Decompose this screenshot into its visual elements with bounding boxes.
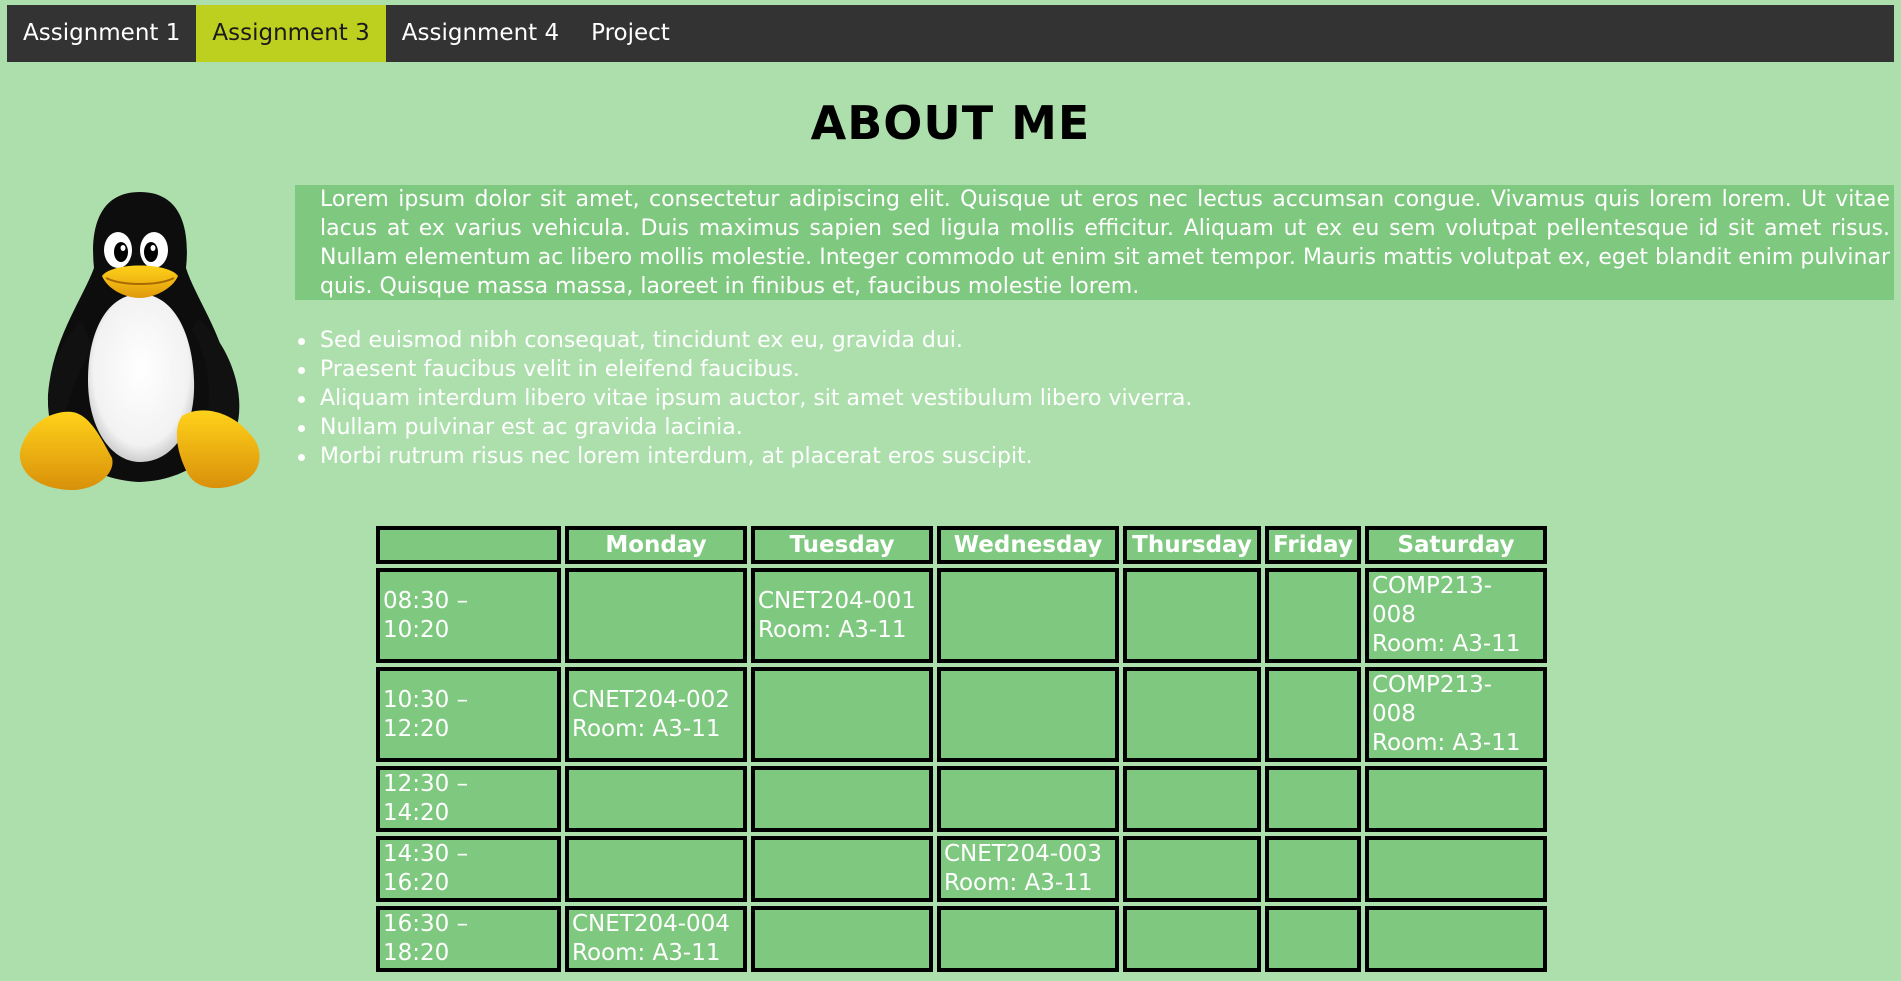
header-empty-cell — [376, 526, 561, 564]
table-cell — [937, 766, 1119, 832]
header-thursday: Thursday — [1123, 526, 1261, 564]
table-cell — [1265, 906, 1361, 972]
class-entry-text: Room: A3-11 — [758, 616, 907, 643]
time-slot-cell: 08:30 –10:20 — [376, 568, 561, 663]
time-slot-cell: 14:30 – 16:20 — [376, 836, 561, 902]
header-tuesday: Tuesday — [751, 526, 933, 564]
table-cell: CNET204-001 Room: A3-11 — [751, 568, 933, 663]
table-cell — [565, 766, 747, 832]
header-friday: Friday — [1265, 526, 1361, 564]
about-bullet-list: Sed euismod nibh consequat, tincidunt ex… — [295, 326, 1192, 471]
table-row: 16:30 – 18:20 CNET204-004 Room: A3-11 — [376, 906, 1547, 972]
table-cell — [937, 667, 1119, 762]
class-entry-text: 008 — [1372, 701, 1416, 727]
table-cell: CNET204-003 Room: A3-11 — [937, 836, 1119, 902]
table-cell — [937, 906, 1119, 972]
table-cell — [1265, 568, 1361, 663]
table-cell — [1123, 766, 1261, 832]
table-cell: CNET204-002 Room: A3-11 — [565, 667, 747, 762]
nav-assignment-1[interactable]: Assignment 1 — [7, 5, 196, 62]
class-entry-text: Room: A3-11 — [572, 715, 721, 742]
table-cell: COMP213- 008 Room: A3-11 — [1365, 568, 1547, 663]
list-item: Nullam pulvinar est ac gravida lacinia. — [295, 413, 1192, 442]
time-slot-cell: 16:30 – 18:20 — [376, 906, 561, 972]
table-cell — [1123, 836, 1261, 902]
header-monday: Monday — [565, 526, 747, 564]
time-slot-cell: 10:30 –12:20 — [376, 667, 561, 762]
table-cell — [1265, 766, 1361, 832]
time-slot-text: 14:20 — [383, 800, 450, 826]
tux-penguin-image — [19, 192, 260, 490]
page-title: ABOUT ME — [810, 96, 1091, 150]
table-cell — [1365, 766, 1547, 832]
class-entry-text: CNET204-002 — [572, 686, 730, 713]
time-slot-text: 18:20 — [383, 940, 450, 966]
table-row: 14:30 – 16:20 CNET204-003 Room: A3-11 — [376, 836, 1547, 902]
nav-assignment-4[interactable]: Assignment 4 — [386, 5, 575, 62]
table-cell — [1265, 667, 1361, 762]
class-entry-text: CNET204-004 — [572, 911, 730, 937]
list-item: Sed euismod nibh consequat, tincidunt ex… — [295, 326, 1192, 355]
class-entry-text: Room: A3-11 — [944, 870, 1093, 896]
time-slot-text: 10:20 — [383, 616, 450, 643]
table-cell — [1123, 667, 1261, 762]
time-slot-text: 10:30 – — [383, 686, 469, 713]
table-row: 08:30 –10:20 CNET204-001 Room: A3-11 COMP21… — [376, 568, 1547, 663]
schedule-table: Monday Tuesday Wednesday Thursday Friday… — [372, 522, 1551, 976]
class-entry-text: COMP213- — [1372, 672, 1493, 698]
table-header-row: Monday Tuesday Wednesday Thursday Friday… — [376, 526, 1547, 564]
list-item: Praesent faucibus velit in eleifend fauc… — [295, 355, 1192, 384]
header-saturday: Saturday — [1365, 526, 1547, 564]
table-cell — [751, 766, 933, 832]
table-cell — [1265, 836, 1361, 902]
table-cell — [1123, 568, 1261, 663]
time-slot-text: 08:30 – — [383, 587, 469, 614]
header-wednesday: Wednesday — [937, 526, 1119, 564]
intro-paragraph: Lorem ipsum dolor sit amet, consectetur … — [295, 185, 1894, 300]
table-row: 10:30 –12:20 CNET204-002 Room: A3-11 COMP21… — [376, 667, 1547, 762]
nav-project[interactable]: Project — [575, 5, 686, 62]
table-cell: CNET204-004 Room: A3-11 — [565, 906, 747, 972]
time-slot-cell: 12:30 – 14:20 — [376, 766, 561, 832]
list-item: Morbi rutrum risus nec lorem interdum, a… — [295, 442, 1192, 471]
table-cell — [751, 906, 933, 972]
class-entry-text: CNET204-003 — [944, 841, 1102, 867]
table-cell — [565, 568, 747, 663]
time-slot-text: 16:20 — [383, 870, 450, 896]
class-entry-text: COMP213- — [1372, 573, 1493, 599]
class-entry-text: CNET204-001 — [758, 587, 916, 614]
table-row: 12:30 – 14:20 — [376, 766, 1547, 832]
table-cell — [1365, 906, 1547, 972]
table-cell — [565, 836, 747, 902]
table-cell: COMP213- 008 Room: A3-11 — [1365, 667, 1547, 762]
time-slot-text: 12:30 – — [383, 771, 469, 797]
table-cell — [1365, 836, 1547, 902]
table-cell — [1123, 906, 1261, 972]
table-cell — [751, 667, 933, 762]
time-slot-text: 16:30 – — [383, 911, 469, 937]
class-entry-text: Room: A3-11 — [572, 940, 721, 966]
top-nav: Assignment 1 Assignment 3 Assignment 4 P… — [7, 5, 1894, 62]
class-entry-text: 008 — [1372, 602, 1416, 628]
nav-assignment-3[interactable]: Assignment 3 — [196, 5, 386, 62]
time-slot-text: 12:20 — [383, 715, 450, 742]
table-cell — [751, 836, 933, 902]
time-slot-text: 14:30 – — [383, 841, 469, 867]
list-item: Aliquam interdum libero vitae ipsum auct… — [295, 384, 1192, 413]
class-entry-text: Room: A3-11 — [1372, 730, 1521, 756]
table-cell — [937, 568, 1119, 663]
class-entry-text: Room: A3-11 — [1372, 631, 1521, 657]
